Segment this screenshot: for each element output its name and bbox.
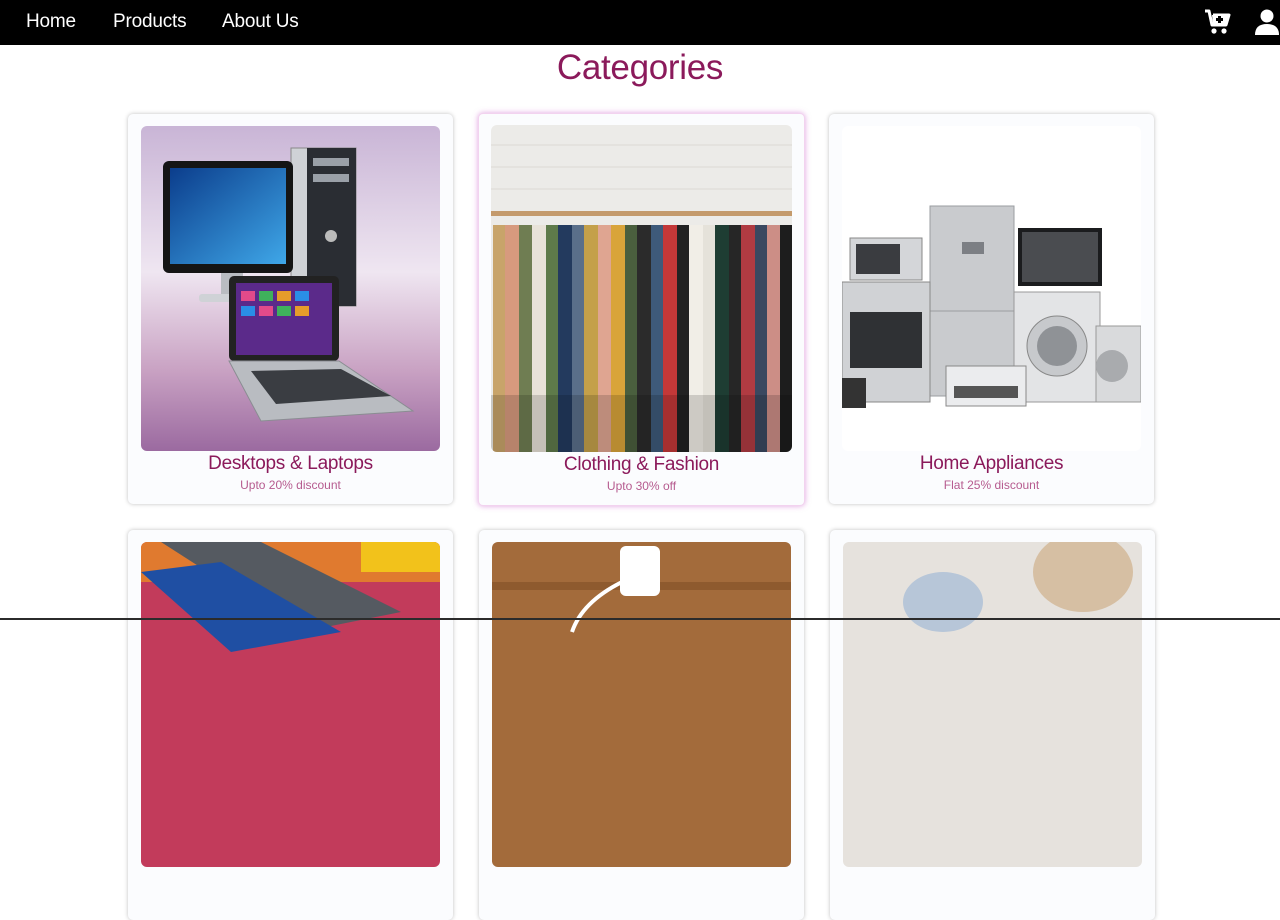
category-discount: Upto 30% off <box>606 479 677 493</box>
cart-plus-icon[interactable] <box>1204 8 1232 41</box>
charger-accessories-image <box>492 542 791 867</box>
nav-link-home[interactable]: Home <box>26 11 76 33</box>
desktop-laptop-image <box>141 126 440 451</box>
category-title[interactable]: Clothing & Fashion <box>479 454 804 476</box>
user-icon[interactable] <box>1254 8 1280 41</box>
category-title[interactable]: Desktops & Laptops <box>128 453 453 475</box>
category-card-clothing-fashion[interactable]: Clothing & Fashion Upto 30% off <box>478 113 805 506</box>
category-title[interactable]: Home Appliances <box>829 453 1154 475</box>
smartphones-image <box>141 542 440 867</box>
navbar: Home Products About Us <box>0 0 1280 45</box>
category-card-desktops-laptops[interactable]: Desktops & Laptops Upto 20% discount <box>128 114 453 504</box>
page-title: Categories <box>556 48 724 87</box>
nav-link-about-us[interactable]: About Us <box>222 11 299 33</box>
category-card[interactable] <box>128 530 453 920</box>
category-card-home-appliances[interactable]: Home Appliances Flat 25% discount <box>829 114 1154 504</box>
home-appliances-image <box>842 126 1141 451</box>
clothing-rack-image <box>491 125 792 452</box>
nav-link-products[interactable]: Products <box>113 11 187 33</box>
toys-image <box>843 542 1142 867</box>
category-card[interactable] <box>479 530 804 920</box>
nav-icons <box>1204 8 1280 41</box>
category-discount: Upto 20% discount <box>240 478 341 492</box>
category-discount: Flat 25% discount <box>943 478 1040 492</box>
category-card[interactable] <box>830 530 1155 920</box>
